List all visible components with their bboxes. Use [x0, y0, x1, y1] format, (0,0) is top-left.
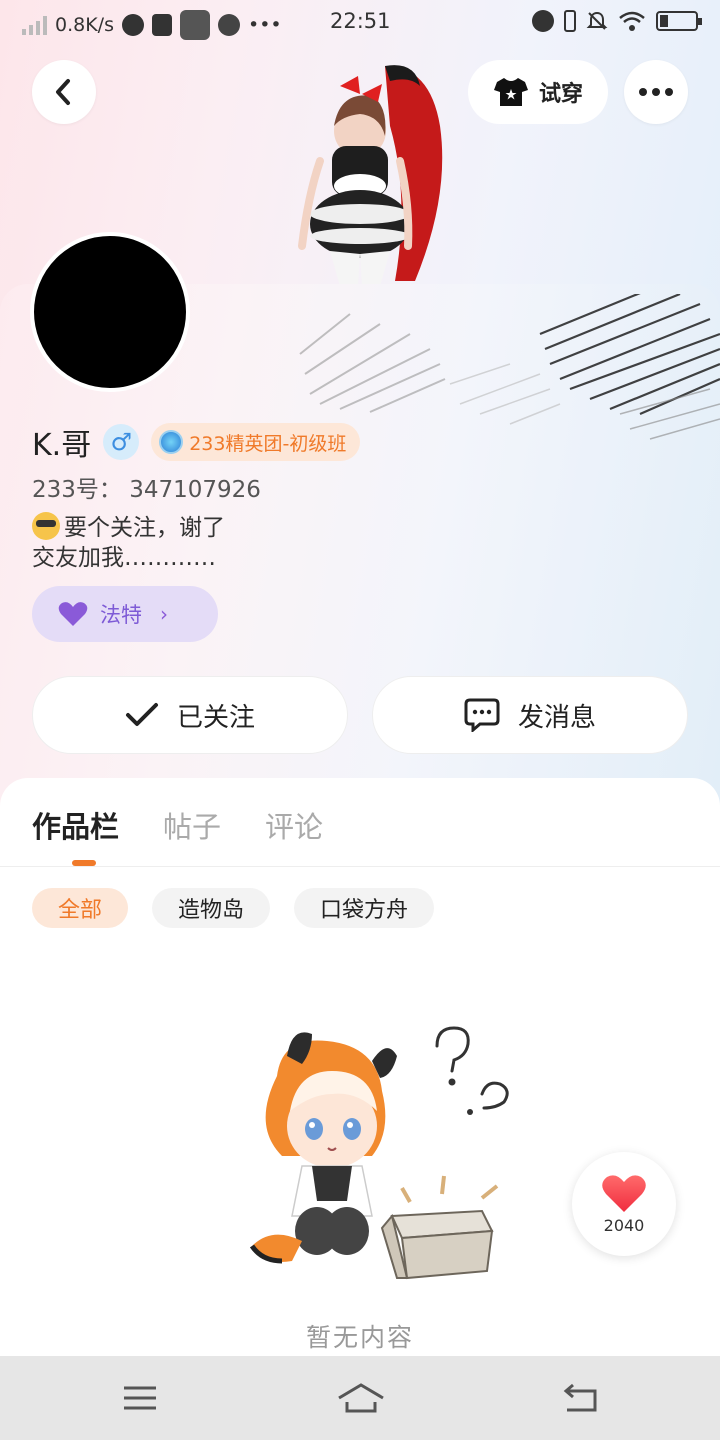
- purple-heart-icon: [58, 602, 88, 626]
- home-nav-button[interactable]: [336, 1376, 386, 1420]
- send-message-button[interactable]: 发消息: [372, 676, 688, 754]
- back-button[interactable]: [32, 60, 96, 124]
- empty-state-illustration: [249, 1026, 509, 1280]
- clock: 22:51: [330, 9, 391, 33]
- more-options-button[interactable]: [624, 60, 688, 124]
- back-nav-button[interactable]: [558, 1376, 602, 1420]
- more-notifications: •••: [247, 14, 282, 36]
- fate-label: 法特: [100, 603, 142, 627]
- red-heart-icon: [602, 1174, 646, 1212]
- wifi-icon: [619, 11, 645, 31]
- cat-icon: [217, 14, 240, 36]
- tshirt-icon: [493, 78, 528, 106]
- filter-chips: 全部 造物岛 口袋方舟: [32, 888, 435, 928]
- bluetooth-icon: [532, 10, 554, 32]
- bio-line-1: 要个关注，谢了: [64, 515, 225, 541]
- return-icon: [563, 1383, 597, 1412]
- like-count: 2040: [603, 1215, 645, 1235]
- followed-label: 已关注: [176, 702, 255, 733]
- signal-icon: [22, 15, 47, 35]
- filter-all[interactable]: 全部: [32, 888, 129, 928]
- home-icon: [338, 1383, 384, 1413]
- user-id: 233号： 347107926: [32, 477, 261, 503]
- vibrate-icon: [564, 10, 576, 32]
- tab-works[interactable]: 作品栏: [32, 804, 119, 846]
- user-bio: 要个关注，谢了 交友加我…………: [32, 512, 432, 573]
- profile-screen: 0.8K/s ••• 22:51 试穿 K.哥 ♂ 233精英团-初级班 233…: [0, 0, 720, 1440]
- like-button[interactable]: 2040: [572, 1152, 676, 1256]
- content-tabs: 作品栏 帖子 评论: [32, 804, 323, 846]
- try-on-label: 试穿: [538, 82, 583, 107]
- battery-icon: [656, 11, 702, 31]
- chat-bubble-icon: [464, 698, 500, 732]
- menu-icon: [124, 1386, 156, 1410]
- content-section: 作品栏 帖子 评论 全部 造物岛 口袋方舟 暂无内容: [0, 778, 720, 1358]
- tab-posts[interactable]: 帖子: [163, 804, 221, 846]
- browser-icon: [121, 14, 144, 36]
- name-row: K.哥 ♂ 233精英团-初级班: [32, 420, 361, 464]
- tabs-divider: [0, 866, 720, 867]
- level-badge[interactable]: 233精英团-初级班: [151, 423, 361, 461]
- net-speed: 0.8K/s: [55, 14, 114, 36]
- shop-bag-icon: [151, 14, 172, 36]
- more-dots-icon: [639, 88, 673, 96]
- chevron-right-icon: ›: [160, 602, 168, 626]
- send-message-label: 发消息: [517, 702, 596, 733]
- followed-button[interactable]: 已关注: [32, 676, 348, 754]
- app-icon: [179, 10, 210, 40]
- badge-label: 233精英团-初级班: [189, 432, 347, 455]
- status-bar: 0.8K/s ••• 22:51: [0, 0, 720, 46]
- user-avatar[interactable]: [30, 232, 190, 392]
- badge-globe-icon: [159, 430, 184, 454]
- male-gender-icon: ♂: [103, 424, 140, 460]
- sunglasses-emoji-icon: [32, 512, 60, 540]
- checkmark-icon: [125, 703, 158, 726]
- empty-state-text: 暂无内容: [305, 1323, 414, 1352]
- fate-chip[interactable]: 法特 ›: [32, 586, 218, 642]
- tab-comments[interactable]: 评论: [265, 804, 323, 846]
- try-on-button[interactable]: 试穿: [468, 60, 608, 124]
- mute-bell-icon: [586, 11, 608, 30]
- filter-pocket-ark[interactable]: 口袋方舟: [294, 888, 435, 928]
- menu-nav-button[interactable]: [118, 1376, 162, 1420]
- character-avatar-image: [298, 65, 443, 286]
- chevron-left-icon: [56, 79, 70, 105]
- system-navigation-bar: [0, 1356, 720, 1440]
- user-name: K.哥: [32, 428, 92, 463]
- filter-creation-island[interactable]: 造物岛: [152, 888, 271, 928]
- bio-line-2: 交友加我…………: [32, 545, 216, 571]
